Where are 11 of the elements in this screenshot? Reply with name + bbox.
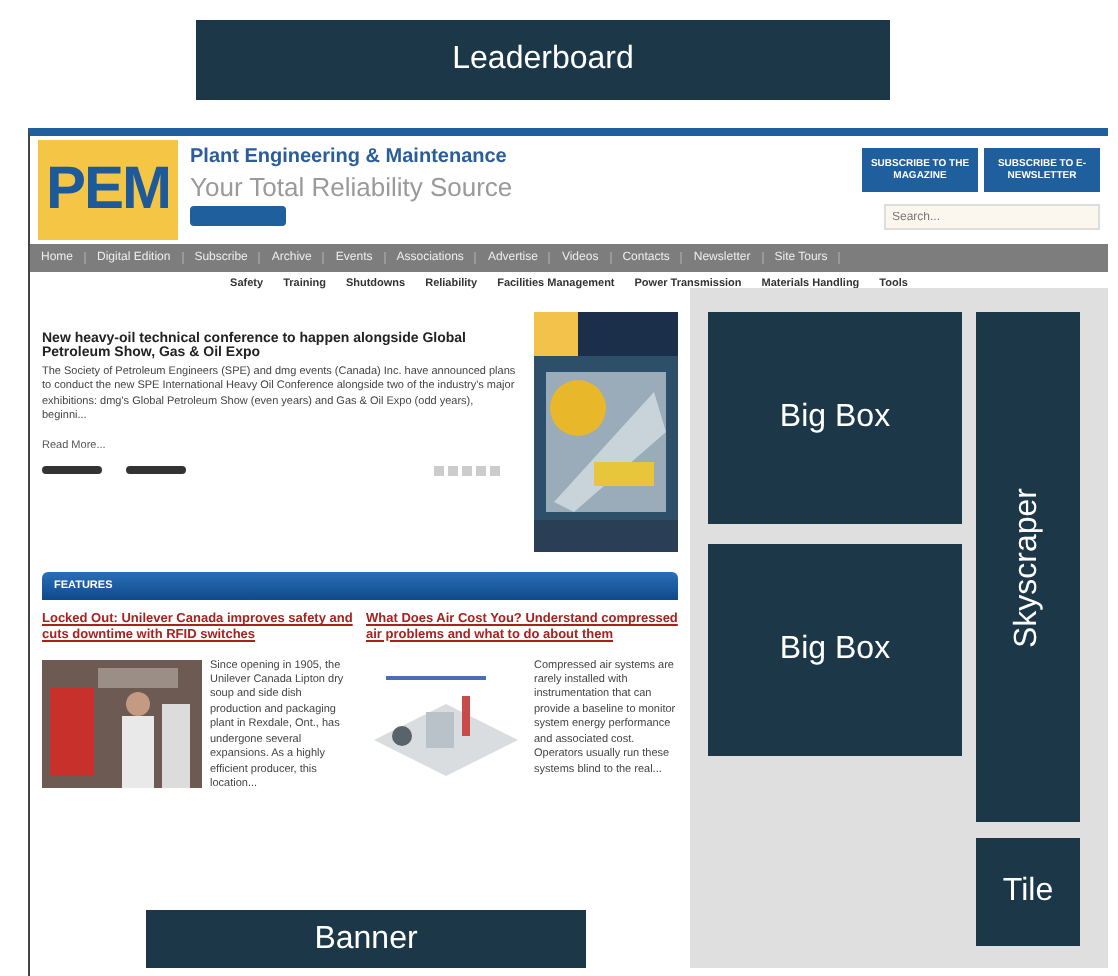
site-tagline: Your Total Reliability Source [190, 172, 513, 202]
big-box-ad: Big Box [708, 544, 962, 756]
share-button[interactable] [126, 466, 186, 475]
skyscraper-ad: Skyscraper [976, 312, 1080, 822]
big-box-ad: Big Box [708, 312, 962, 524]
site-title: Plant Engineering & Maintenance [190, 146, 507, 168]
leaderboard-ad: Leaderboard [196, 20, 890, 100]
share-button[interactable] [42, 466, 102, 475]
banner-ad: Banner [146, 910, 586, 968]
tile-ad: Tile [976, 838, 1080, 946]
logo: PEM [38, 140, 178, 240]
